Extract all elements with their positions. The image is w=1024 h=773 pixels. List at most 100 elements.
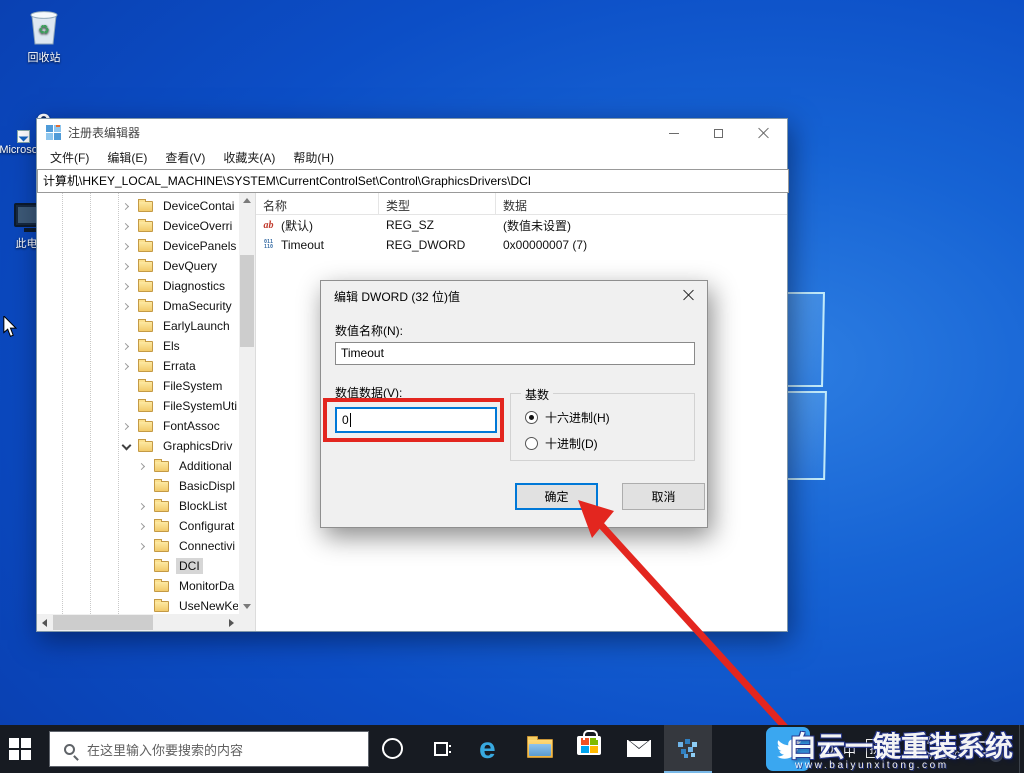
tree-item[interactable]: FileSystemUti <box>37 396 238 416</box>
menu-edit[interactable]: 编辑(E) <box>98 146 156 169</box>
minimize-icon <box>669 133 679 134</box>
radio-selected-icon[interactable] <box>525 411 538 424</box>
mail-taskbar-icon[interactable] <box>627 740 651 757</box>
desktop-icon-recycle-bin[interactable]: ♻ 回收站 <box>6 6 82 65</box>
chevron-right-icon[interactable] <box>122 362 131 371</box>
menu-view[interactable]: 查看(V) <box>156 146 214 169</box>
start-button[interactable] <box>9 738 32 761</box>
scrollbar-thumb[interactable] <box>240 255 254 347</box>
show-desktop-button[interactable] <box>1019 725 1024 773</box>
tree-horizontal-scrollbar[interactable] <box>37 614 239 631</box>
radio-decimal[interactable]: 十进制(D) <box>525 435 598 452</box>
value-row-default[interactable]: (默认) REG_SZ (数值未设置) <box>256 215 787 235</box>
window-titlebar[interactable]: 注册表编辑器 <box>37 119 787 146</box>
value-name-input[interactable]: Timeout <box>335 342 695 365</box>
tree-item[interactable]: Additional <box>37 456 238 476</box>
scroll-right-arrow[interactable] <box>224 614 239 631</box>
scroll-up-arrow[interactable] <box>239 193 255 208</box>
maximize-button[interactable] <box>696 120 741 146</box>
tree-item[interactable]: DeviceOverri <box>37 216 238 236</box>
task-view-button[interactable] <box>431 738 453 763</box>
chevron-right-icon[interactable] <box>138 542 147 551</box>
registry-pixel-icon <box>676 736 700 760</box>
column-header-data[interactable]: 数据 <box>496 193 787 214</box>
scrollbar-thumb[interactable] <box>53 615 153 630</box>
chevron-right-icon[interactable] <box>122 222 131 231</box>
tree-item[interactable]: UseNewKe <box>37 596 238 614</box>
volume-tray-icon[interactable] <box>820 741 838 760</box>
tree-item[interactable]: FileSystem <box>37 376 238 396</box>
reg-string-icon <box>260 218 277 232</box>
tree-item-dci-selected[interactable]: DCI <box>37 556 238 576</box>
ime-pinyin-indicator[interactable]: 拼 <box>866 739 885 758</box>
chevron-right-icon[interactable] <box>138 462 147 471</box>
folder-icon <box>154 461 169 472</box>
chevron-right-icon[interactable] <box>122 262 131 271</box>
cancel-button[interactable]: 取消 <box>622 483 705 510</box>
twitter-taskbar-icon[interactable] <box>766 727 810 771</box>
dialog-titlebar[interactable]: 编辑 DWORD (32 位)值 <box>321 281 707 311</box>
chevron-right-icon[interactable] <box>122 422 131 431</box>
chevron-right-icon[interactable] <box>138 522 147 531</box>
menu-bar: 文件(F) 编辑(E) 查看(V) 收藏夹(A) 帮助(H) <box>37 146 787 169</box>
tree-item[interactable]: Els <box>37 336 238 356</box>
value-name-label: 数值名称(N): <box>335 322 403 339</box>
column-header-type[interactable]: 类型 <box>379 193 496 214</box>
search-placeholder: 在这里输入你要搜索的内容 <box>87 740 243 759</box>
tree-item[interactable]: Connectivi <box>37 536 238 556</box>
radio-hexadecimal[interactable]: 十六进制(H) <box>525 409 610 426</box>
tree-vertical-scrollbar[interactable] <box>239 193 255 614</box>
registry-editor-taskbar-icon-active[interactable] <box>664 725 712 773</box>
folder-icon <box>154 561 169 572</box>
ime-language-indicator[interactable]: 中 <box>843 741 856 760</box>
taskbar-search-box[interactable]: 在这里输入你要搜索的内容 <box>49 731 369 767</box>
scroll-left-arrow[interactable] <box>37 614 52 631</box>
tree-item[interactable]: DevQuery <box>37 256 238 276</box>
minimize-button[interactable] <box>651 120 696 146</box>
clock-time: 17:27 <box>896 734 970 749</box>
tree-item[interactable]: MonitorDa <box>37 576 238 596</box>
task-view-icon <box>431 738 453 760</box>
tree-item[interactable]: FontAssoc <box>37 416 238 436</box>
folder-icon <box>138 321 153 332</box>
scroll-down-arrow[interactable] <box>239 599 255 614</box>
menu-help[interactable]: 帮助(H) <box>284 146 343 169</box>
tree-item[interactable]: EarlyLaunch <box>37 316 238 336</box>
folder-icon <box>138 241 153 252</box>
tree-item[interactable]: Configurat <box>37 516 238 536</box>
menu-favorites[interactable]: 收藏夹(A) <box>214 146 284 169</box>
speaker-icon <box>820 741 838 757</box>
column-header-name[interactable]: 名称 <box>256 193 379 214</box>
tree-item[interactable]: BasicDispl <box>37 476 238 496</box>
menu-file[interactable]: 文件(F) <box>41 146 98 169</box>
tree-item[interactable]: Diagnostics <box>37 276 238 296</box>
chevron-right-icon[interactable] <box>122 202 131 211</box>
tree-item[interactable]: BlockList <box>37 496 238 516</box>
tree-item[interactable]: Errata <box>37 356 238 376</box>
ok-button[interactable]: 确定 <box>515 483 598 510</box>
notification-badge: 1 <box>989 748 1003 762</box>
radio-unselected-icon[interactable] <box>525 437 538 450</box>
registry-address-bar[interactable]: 计算机\HKEY_LOCAL_MACHINE\SYSTEM\CurrentCon… <box>37 169 789 193</box>
twitter-bird-icon <box>775 736 801 762</box>
tree-item[interactable]: GraphicsDriv <box>37 436 238 456</box>
dialog-close-button[interactable] <box>683 289 697 303</box>
file-explorer-taskbar-icon[interactable] <box>527 739 553 758</box>
tree-item[interactable]: DmaSecurity <box>37 296 238 316</box>
chevron-down-icon[interactable] <box>122 442 131 451</box>
folder-icon <box>154 581 169 592</box>
registry-app-icon <box>46 125 61 140</box>
taskbar-clock[interactable]: 17:27 2019/12/20 <box>896 734 970 764</box>
chevron-right-icon[interactable] <box>122 342 131 351</box>
chevron-right-icon[interactable] <box>122 302 131 311</box>
chevron-right-icon[interactable] <box>138 502 147 511</box>
tree-item[interactable]: DeviceContai <box>37 196 238 216</box>
cortana-button[interactable] <box>382 738 403 759</box>
edge-taskbar-icon[interactable] <box>479 732 509 766</box>
tree-item[interactable]: DevicePanels <box>37 236 238 256</box>
chevron-right-icon[interactable] <box>122 242 131 251</box>
microsoft-store-taskbar-icon[interactable] <box>577 736 601 755</box>
value-row-timeout[interactable]: Timeout REG_DWORD 0x00000007 (7) <box>256 235 787 255</box>
chevron-right-icon[interactable] <box>122 282 131 291</box>
close-button[interactable] <box>741 120 786 146</box>
